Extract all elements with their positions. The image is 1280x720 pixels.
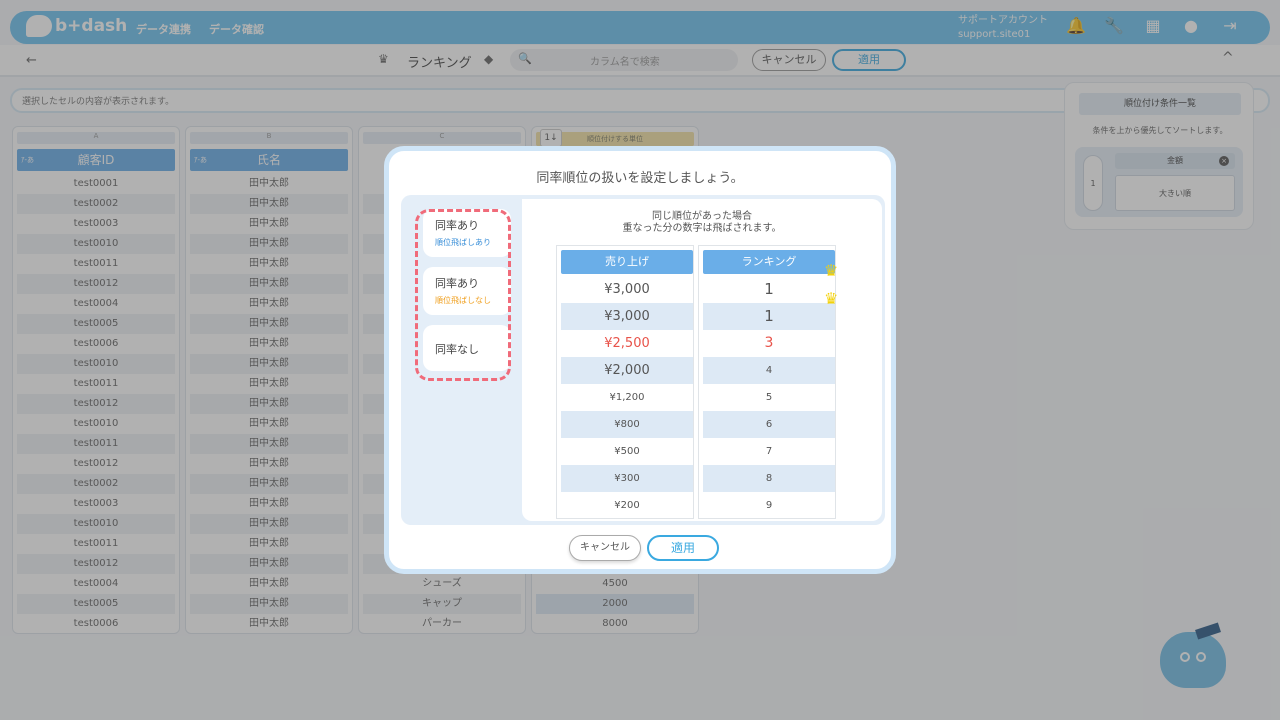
options-highlight-frame xyxy=(415,209,511,381)
rank-cell: 3 xyxy=(764,335,774,351)
rank-column: ランキング 1 1 3 4 5 6 7 8 9 xyxy=(698,245,836,519)
sales-column: 売り上げ ¥3,000 ¥3,000 ¥2,500 ¥2,000 ¥1,200 ¥800 ¥… xyxy=(556,245,694,519)
rank-cell: 6 xyxy=(703,411,835,438)
rank-cell: 1 xyxy=(764,280,774,298)
rank-cell: 8 xyxy=(703,465,835,492)
example-description: 同じ順位があった場合 重なった分の数字は飛ばされます。 xyxy=(522,211,882,235)
sales-cell: ¥500 xyxy=(614,446,640,457)
description-line-2: 重なった分の数字は飛ばされます。 xyxy=(622,223,782,234)
modal-body: 同率あり 順位飛ばしあり 同率あり 順位飛ばしなし 同率なし 同じ順位があった場… xyxy=(401,195,885,525)
sales-rows: ¥3,000 ¥3,000 ¥2,500 ¥2,000 ¥1,200 ¥800 ¥500 ¥3… xyxy=(561,276,693,519)
sales-cell: ¥300 xyxy=(561,465,693,492)
modal-title: 同率順位の扱いを設定しましょう。 xyxy=(536,171,744,186)
rank-cell: 1 xyxy=(703,303,835,330)
rank-header: ランキング xyxy=(703,250,835,274)
crown-icon: ♛ xyxy=(824,261,839,280)
sales-cell: ¥200 xyxy=(614,500,640,511)
sales-cell: ¥2,500 xyxy=(604,336,650,351)
sales-cell: ¥2,000 xyxy=(561,357,693,384)
rank-cell: 5 xyxy=(765,392,773,403)
sales-cell: ¥3,000 xyxy=(561,303,693,330)
sales-cell: ¥1,200 xyxy=(609,392,645,403)
sales-header: 売り上げ xyxy=(561,250,693,274)
sales-cell: ¥3,000 xyxy=(604,282,650,297)
modal-apply-button[interactable]: 適用 xyxy=(647,535,719,561)
tie-ranking-modal: 同率順位の扱いを設定しましょう。 同率あり 順位飛ばしあり 同率あり 順位飛ばし… xyxy=(384,146,896,574)
sales-cell: ¥800 xyxy=(561,411,693,438)
description-line-1: 同じ順位があった場合 xyxy=(652,211,752,222)
modal-cancel-button[interactable]: キャンセル xyxy=(569,535,641,561)
app: b+dash データ連携 データ確認 サポートアカウント support.sit… xyxy=(0,0,1280,720)
rank-cell: 4 xyxy=(703,357,835,384)
rank-rows: 1 1 3 4 5 6 7 8 9 xyxy=(703,276,835,519)
rank-cell: 7 xyxy=(765,446,773,457)
crown-icon: ♛ xyxy=(824,289,839,308)
rank-cell: 9 xyxy=(765,500,773,511)
example-panel: 同じ順位があった場合 重なった分の数字は飛ばされます。 売り上げ ¥3,000 ¥… xyxy=(522,199,882,521)
